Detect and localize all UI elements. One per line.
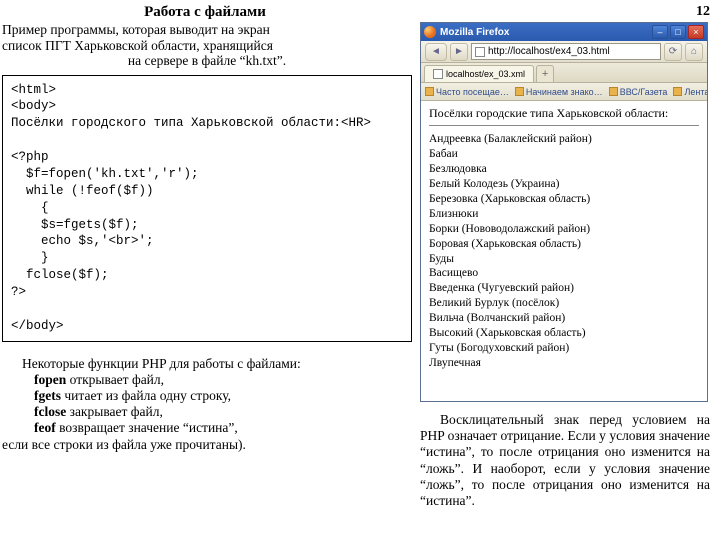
list-item: Борки (Нововодолажский район) (429, 222, 699, 237)
list-item: Близнюки (429, 207, 699, 222)
browser-title: Mozilla Firefox (440, 27, 648, 38)
url-text: http://localhost/ex4_03.html (488, 46, 610, 57)
bookmark-icon (609, 87, 618, 96)
home-button[interactable]: ⌂ (685, 43, 703, 61)
explanation-text: Восклицательный знак перед условием на P… (420, 412, 710, 509)
browser-titlebar: Mozilla Firefox – □ × (421, 23, 707, 41)
list-item: Безлюдовка (429, 162, 699, 177)
back-button[interactable]: ◄ (425, 43, 447, 61)
maximize-button[interactable]: □ (670, 25, 686, 39)
intro-l1: Пример программы, которая выводит на экр… (2, 22, 412, 38)
func-item-feof: feof возвращает значение “истина”, (34, 420, 412, 436)
list-item: Лвупечная (429, 356, 699, 371)
func-desc: закрывает файл, (66, 404, 163, 419)
list-item: Буды (429, 252, 699, 267)
left-column: Пример программы, которая выводит на экр… (2, 22, 412, 453)
bookmark-item[interactable]: Начинаем знако… (515, 87, 603, 97)
func-item: fopen открывает файл, (34, 372, 412, 388)
func-desc: открывает файл, (66, 372, 164, 387)
bookmark-item[interactable]: Часто посещае… (425, 87, 509, 97)
content-heading: Посёлки городские типа Харьковской облас… (429, 106, 699, 121)
func-desc: читает из файла одну строку, (61, 388, 231, 403)
bookmark-item[interactable]: ВВС/Газета (609, 87, 668, 97)
explanation-para: Восклицательный знак перед условием на P… (420, 412, 710, 509)
func-name: feof (34, 420, 56, 435)
func-desc: возвращает значение “истина”, (56, 420, 238, 435)
functions-block: Некоторые функции PHP для работы с файла… (2, 356, 412, 453)
func-item: fclose закрывает файл, (34, 404, 412, 420)
firefox-icon (424, 26, 436, 38)
func-name: fgets (34, 388, 61, 403)
list-item: Гуты (Богодуховский район) (429, 341, 699, 356)
func-item: fgets читает из файла одну строку, (34, 388, 412, 404)
url-bar[interactable]: http://localhost/ex4_03.html (471, 43, 661, 60)
list-item: Введенка (Чугуевский район) (429, 281, 699, 296)
bookmark-icon (673, 87, 682, 96)
browser-toolbar: ◄ ► http://localhost/ex4_03.html ⟳ ⌂ (421, 41, 707, 63)
list-item: Бабаи (429, 147, 699, 162)
bookmark-icon (425, 87, 434, 96)
bookmark-label: Лента новостей от Газ… (684, 87, 707, 97)
func-desc-tail: если все строки из файла уже прочитаны). (2, 437, 412, 453)
browser-content: Посёлки городские типа Харьковской облас… (421, 101, 707, 401)
tab-page-icon (433, 69, 443, 79)
list-item: Васищево (429, 266, 699, 281)
bookmark-label: ВВС/Газета (620, 87, 668, 97)
bookmark-label: Часто посещае… (436, 87, 509, 97)
list-item: Вильча (Волчанский район) (429, 311, 699, 326)
window-controls: – □ × (652, 25, 704, 39)
list-item: Андреевка (Балаклейский район) (429, 132, 699, 147)
code-listing: <html> <body> Посёлки городского типа Ха… (2, 75, 412, 342)
new-tab-button[interactable]: + (536, 65, 554, 82)
minimize-button[interactable]: – (652, 25, 668, 39)
func-name: fopen (34, 372, 66, 387)
list-item: Березовка (Харьковская область) (429, 192, 699, 207)
list-item: Белый Колодезь (Украина) (429, 177, 699, 192)
list-item: Высокий (Харьковская область) (429, 326, 699, 341)
intro-l2: список ПГТ Харьковской области, хранящий… (2, 38, 412, 54)
page-number: 12 (696, 4, 710, 20)
func-name: fclose (34, 404, 66, 419)
list-item: Великий Бурлук (посёлок) (429, 296, 699, 311)
bookmarks-bar: Часто посещае… Начинаем знако… ВВС/Газет… (421, 83, 707, 101)
list-item: Боровая (Харьковская область) (429, 237, 699, 252)
right-column: Mozilla Firefox – □ × ◄ ► http://localho… (420, 22, 710, 509)
intro-l3: на сервере в файле “kh.txt”. (2, 53, 412, 69)
browser-tab[interactable]: localhost/ex_03.xml (424, 65, 534, 82)
intro-text: Пример программы, которая выводит на экр… (2, 22, 412, 69)
bookmark-label: Начинаем знако… (526, 87, 603, 97)
tab-label: localhost/ex_03.xml (446, 69, 525, 79)
browser-window: Mozilla Firefox – □ × ◄ ► http://localho… (420, 22, 708, 402)
close-button[interactable]: × (688, 25, 704, 39)
bookmark-item[interactable]: Лента новостей от Газ… (673, 87, 707, 97)
forward-button[interactable]: ► (450, 43, 468, 61)
reload-button[interactable]: ⟳ (664, 43, 682, 61)
page-title: Работа с файлами (0, 0, 410, 21)
content-divider (429, 125, 699, 126)
page-icon (475, 47, 485, 57)
bookmark-icon (515, 87, 524, 96)
functions-lead: Некоторые функции PHP для работы с файла… (2, 356, 412, 372)
tab-bar: localhost/ex_03.xml + (421, 63, 707, 83)
